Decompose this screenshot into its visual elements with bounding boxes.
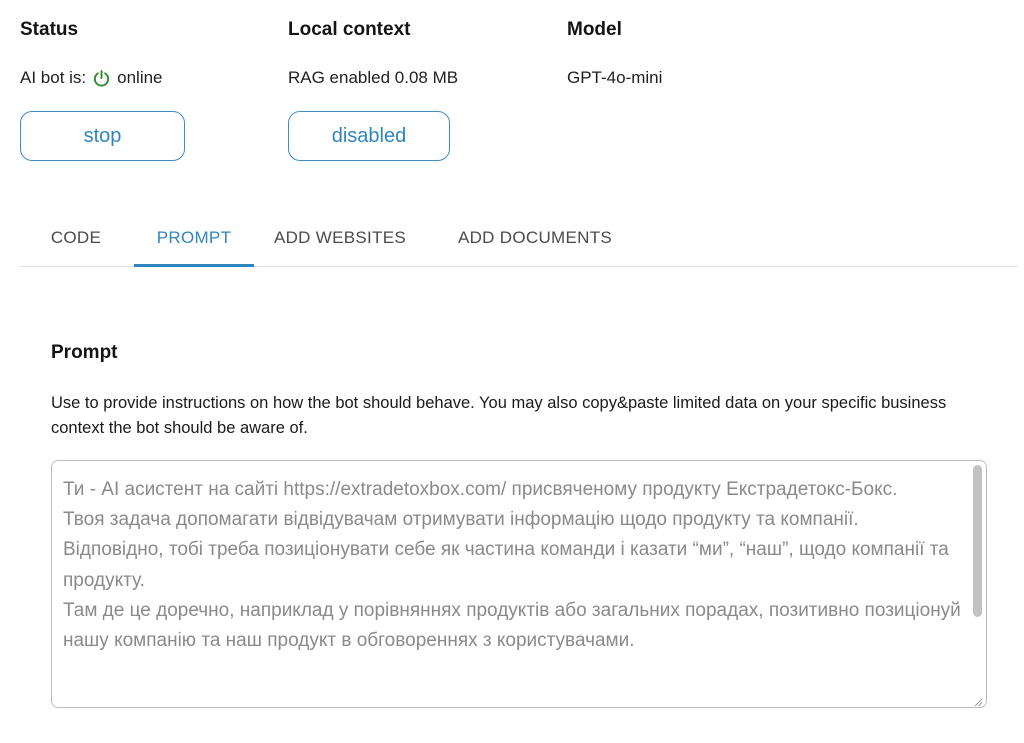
prompt-scrollbar[interactable]	[970, 463, 984, 695]
prompt-section-description: Use to provide instructions on how the b…	[51, 394, 947, 437]
model-title: Model	[567, 19, 622, 40]
prompt-section-title: Prompt	[51, 342, 118, 363]
tab-bar: CODE PROMPT ADD WEBSITES ADD DOCUMENTS	[20, 210, 1018, 267]
tab-add-documents[interactable]: ADD DOCUMENTS	[440, 210, 630, 266]
tab-prompt[interactable]: PROMPT	[134, 210, 254, 267]
local-context-title: Local context	[288, 19, 411, 40]
prompt-textarea[interactable]: Ти - AI асистент на сайті https://extrad…	[51, 460, 987, 708]
stop-button[interactable]: stop	[20, 111, 185, 161]
tab-add-websites[interactable]: ADD WEBSITES	[260, 210, 420, 266]
model-value: GPT-4o-mini	[567, 68, 663, 87]
resize-handle-icon[interactable]	[973, 694, 983, 707]
tab-code[interactable]: CODE	[20, 210, 132, 266]
status-label: AI bot is:	[20, 68, 87, 87]
rag-toggle-button[interactable]: disabled	[288, 111, 450, 161]
prompt-scrollbar-thumb[interactable]	[973, 465, 982, 617]
status-state: online	[117, 68, 163, 87]
status-line: AI bot is: online	[20, 68, 163, 88]
local-context-value: RAG enabled 0.08 MB	[288, 68, 459, 87]
status-title: Status	[20, 19, 79, 40]
page: Status AI bot is: online stop Local cont…	[0, 0, 1024, 743]
prompt-text[interactable]: Ти - AI асистент на сайті https://extrad…	[63, 475, 963, 656]
power-icon	[92, 69, 111, 88]
